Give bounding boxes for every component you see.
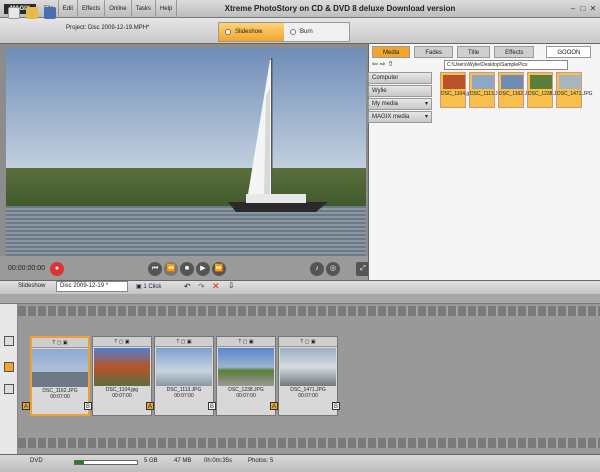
timeline-view-icon[interactable] — [4, 362, 14, 372]
delete-icon[interactable]: ✕ — [212, 281, 220, 292]
clip-tools: T ▢ ▣ — [217, 337, 275, 347]
disc-capacity: 5 GB — [144, 458, 158, 464]
slideshow-mode-button[interactable]: Slideshow — [219, 23, 284, 41]
storyboard-clip[interactable]: T ▢ ▣ DSC_1104.jpg 00:07:00 — [92, 336, 152, 416]
timecode: 00:00:00:00 — [8, 265, 45, 272]
one-click-button[interactable]: ▣ 1 Click — [136, 283, 161, 290]
storyboard-timeline — [0, 294, 600, 304]
stop-button[interactable]: ■ — [180, 262, 194, 276]
new-file-icon[interactable] — [8, 7, 20, 19]
view-switcher — [0, 304, 18, 454]
media-thumb[interactable]: DSC_1238.JPG — [527, 72, 564, 108]
minimize-icon[interactable]: ‒ — [568, 4, 578, 14]
prev-marker-button[interactable]: ⏮ — [148, 262, 162, 276]
menu-online[interactable]: Online — [105, 0, 132, 18]
source-computer[interactable]: Computer — [368, 72, 432, 84]
maximize-icon[interactable]: □ — [578, 4, 588, 14]
mode-switch: Slideshow Burn — [218, 22, 350, 42]
redo-icon[interactable]: ↷ — [198, 282, 205, 291]
clip-thumbnail — [280, 348, 336, 386]
tab-fades[interactable]: Fades — [414, 46, 454, 58]
clip-tools: T ▢ ▣ — [155, 337, 213, 347]
window-title: Xtreme PhotoStory on CD & DVD 8 deluxe D… — [224, 4, 456, 13]
rewind-button[interactable]: ⏪ — [164, 262, 178, 276]
back-forward-icons[interactable]: ⇦ ⇨ ⇧ — [372, 60, 394, 68]
media-thumb[interactable]: DSC_1162.JPG — [498, 72, 534, 108]
clip-thumbnail — [218, 348, 274, 386]
close-icon[interactable]: ✕ — [588, 4, 598, 14]
source-magix-media[interactable]: MAGIX media ▾ — [368, 111, 432, 123]
storyboard-clip[interactable]: T ▢ ▣ DSC_1471.JPG 00:07:00 — [278, 336, 338, 416]
preview-monitor — [6, 48, 366, 256]
fast-forward-button[interactable]: ⏩ — [212, 262, 226, 276]
storyboard-clip[interactable]: T ▢ ▣ DSC_1162.JPG 00:07:00 — [30, 336, 90, 416]
film-strip-top — [18, 306, 600, 316]
menu-tasks[interactable]: Tasks — [132, 0, 156, 18]
sailboat-image — [228, 58, 328, 212]
burn-mode-button[interactable]: Burn — [284, 23, 349, 41]
menu-help[interactable]: Help — [156, 0, 178, 18]
disc-dropdown[interactable]: Disc 2009-12-19 * — [56, 281, 128, 292]
record-button[interactable]: ● — [50, 262, 64, 276]
media-thumb[interactable]: DSC_1113.JPG — [469, 72, 505, 108]
source-wylie[interactable]: Wylie — [368, 85, 432, 97]
clip-tools: T ▢ ▣ — [279, 337, 337, 347]
clip-tools: T ▢ ▣ — [93, 337, 151, 347]
open-folder-icon[interactable] — [26, 7, 38, 19]
zoom-button[interactable]: ◎ — [326, 262, 340, 276]
tab-title[interactable]: Title — [457, 46, 491, 58]
clip-thumbnail — [32, 349, 88, 387]
film-strip-bottom — [18, 438, 600, 448]
media-thumbnails: DSC_1104.jpg DSC_1113.JPG DSC_1162.JPG D… — [440, 72, 593, 108]
transition-a-icon[interactable]: A — [270, 402, 278, 410]
photo-count: Photos: 5 — [248, 458, 274, 464]
storyboard-clip[interactable]: T ▢ ▣ DSC_1113.JPG 00:07:00 — [154, 336, 214, 416]
tab-media[interactable]: Media — [372, 46, 411, 58]
radio-icon — [225, 29, 231, 35]
media-tabs: Media Fades Title Effects GOOON — [368, 46, 600, 58]
media-path-field[interactable]: C:\Users\Wylie\Desktop\SamplePics — [444, 60, 568, 70]
export-icon[interactable]: ⇩ — [228, 281, 235, 290]
tab-effects[interactable]: Effects — [494, 46, 535, 58]
clip-thumbnail — [156, 348, 212, 386]
volume-icon[interactable]: ♪ — [310, 262, 324, 276]
disc-format[interactable]: DVD — [30, 458, 43, 464]
menu-edit[interactable]: Edit — [59, 0, 79, 18]
save-icon[interactable] — [44, 7, 56, 19]
undo-icon[interactable]: ↶ — [184, 282, 191, 291]
clip-tools: T ▢ ▣ — [32, 338, 88, 348]
media-thumb[interactable]: DSC_1104.jpg — [440, 72, 473, 108]
storyboard-label: Slideshow — [18, 283, 46, 289]
list-view-icon[interactable] — [4, 384, 14, 394]
transition-b-icon[interactable]: B — [208, 402, 216, 410]
transition-b-icon[interactable]: B — [84, 402, 92, 410]
play-button[interactable]: ▶ — [196, 262, 210, 276]
media-sources: Computer Wylie My media ▾ MAGIX media ▾ — [368, 72, 432, 124]
goon-logo[interactable]: GOOON — [546, 46, 592, 58]
menu-effects[interactable]: Effects — [78, 0, 106, 18]
transition-a-icon[interactable]: A — [146, 402, 154, 410]
project-size: 47 MB — [174, 458, 192, 464]
storyboard-clip[interactable]: T ▢ ▣ DSC_1238.JPG 00:07:00 — [216, 336, 276, 416]
storyboard-view-icon[interactable] — [4, 336, 14, 346]
clip-thumbnail — [94, 348, 150, 386]
project-name: Project: Disc 2009-12-19.MPH* — [66, 25, 150, 31]
radio-icon — [290, 29, 296, 35]
transition-a-icon[interactable]: A — [22, 402, 30, 410]
source-my-media[interactable]: My media ▾ — [368, 98, 432, 110]
transition-b-icon[interactable]: B — [332, 402, 340, 410]
media-thumb[interactable]: DSC_1471.JPG — [556, 72, 593, 108]
disc-capacity-bar — [74, 460, 138, 465]
menu-bar: File Edit Effects Online Tasks Help — [40, 0, 178, 18]
project-duration: 0h:0m:35s — [204, 458, 233, 464]
